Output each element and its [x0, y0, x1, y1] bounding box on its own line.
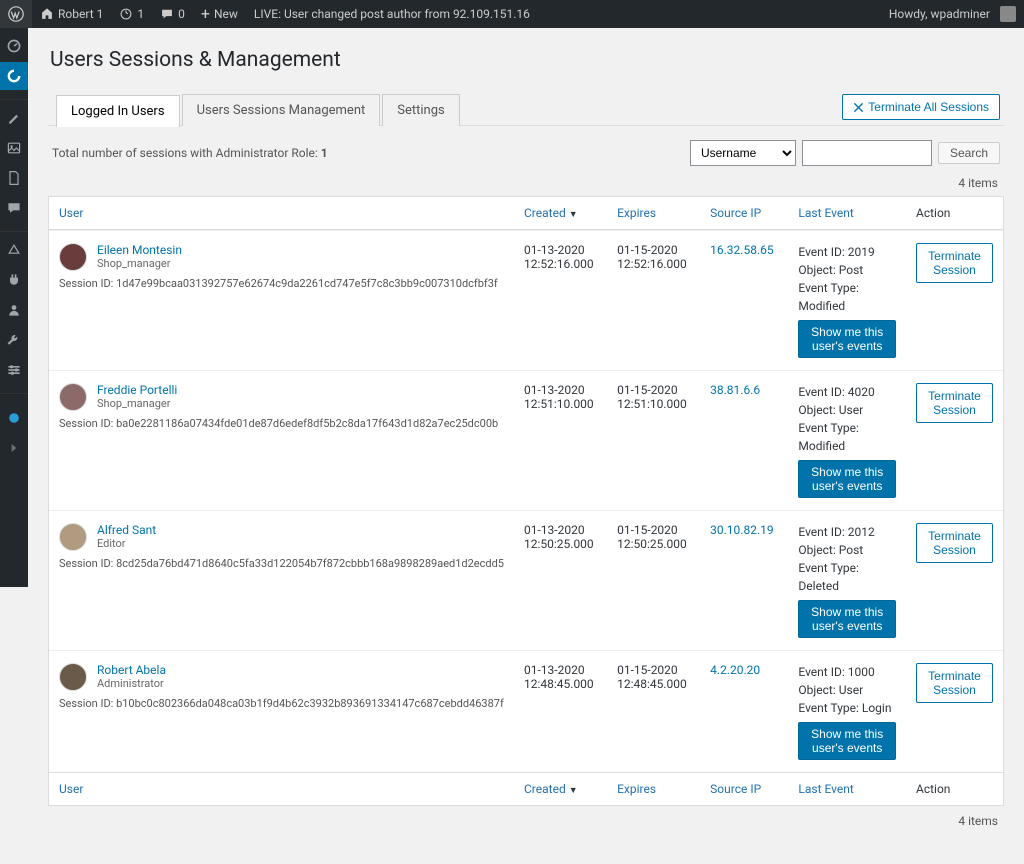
- avatar: [59, 663, 87, 691]
- th-last-event[interactable]: Last Event: [788, 197, 906, 230]
- show-events-button[interactable]: Show me this user's events: [798, 600, 896, 638]
- close-icon: [853, 102, 864, 113]
- menu-separator: [0, 388, 28, 394]
- avatar: [59, 523, 87, 551]
- event-info: Event ID: 1000 Object: User Event Type: …: [798, 663, 896, 717]
- wp-logo[interactable]: [0, 0, 32, 28]
- user-name-link[interactable]: Alfred Sant: [97, 523, 156, 537]
- created-cell: 01-13-202012:51:10.000: [514, 370, 607, 510]
- created-cell: 01-13-202012:52:16.000: [514, 230, 607, 370]
- source-ip-link[interactable]: 30.10.82.19: [710, 523, 773, 537]
- session-id: Session ID: ba0e2281186a07434fde01de87d6…: [59, 417, 504, 430]
- expires-cell: 01-15-202012:51:10.000: [607, 370, 700, 510]
- user-role: Shop_manager: [97, 397, 177, 410]
- terminate-session-button[interactable]: Terminate Session: [916, 383, 993, 423]
- summary-text: Total number of sessions with Administra…: [52, 146, 328, 160]
- terminate-session-button[interactable]: Terminate Session: [916, 243, 993, 283]
- tab-logged-in-users[interactable]: Logged In Users: [56, 95, 180, 127]
- menu-separator: [0, 94, 28, 100]
- my-account[interactable]: Howdy, wpadminer: [881, 0, 1024, 28]
- avatar: [59, 383, 87, 411]
- tf-created[interactable]: Created ▼: [514, 772, 607, 805]
- show-events-button[interactable]: Show me this user's events: [798, 722, 896, 760]
- avatar: [59, 243, 87, 271]
- terminate-all-button[interactable]: Terminate All Sessions: [842, 94, 1000, 120]
- user-role: Shop_manager: [97, 257, 182, 270]
- event-info: Event ID: 2012 Object: Post Event Type: …: [798, 523, 896, 595]
- table-row: Eileen Montesin Shop_manager Session ID:…: [49, 230, 1003, 370]
- terminate-session-button[interactable]: Terminate Session: [916, 663, 993, 703]
- th-created[interactable]: Created ▼: [514, 197, 607, 230]
- tab-settings[interactable]: Settings: [382, 94, 459, 126]
- tf-user[interactable]: User: [49, 772, 514, 805]
- admin-sidebar: [0, 28, 28, 587]
- expires-cell: 01-15-202012:50:25.000: [607, 510, 700, 650]
- table-row: Freddie Portelli Shop_manager Session ID…: [49, 370, 1003, 510]
- menu-pages[interactable]: [0, 164, 28, 192]
- new-content[interactable]: +New: [193, 0, 246, 28]
- collapse-menu[interactable]: [0, 434, 28, 462]
- session-id: Session ID: 8cd25da76bd471d8640c5fa33d12…: [59, 557, 504, 570]
- expires-cell: 01-15-202012:48:45.000: [607, 650, 700, 772]
- search-button[interactable]: Search: [938, 142, 1000, 164]
- show-events-button[interactable]: Show me this user's events: [798, 320, 896, 358]
- table-row: Robert Abela Administrator Session ID: b…: [49, 650, 1003, 772]
- terminate-session-button[interactable]: Terminate Session: [916, 523, 993, 563]
- content-area: Users Sessions & Management Logged In Us…: [28, 28, 1024, 864]
- tf-last-event[interactable]: Last Event: [788, 772, 906, 805]
- session-id: Session ID: 1d47e99bcaa031392757e62674c9…: [59, 277, 504, 290]
- th-expires[interactable]: Expires: [607, 197, 700, 230]
- avatar-icon: [1000, 6, 1016, 22]
- updates[interactable]: 1: [111, 0, 152, 28]
- expires-cell: 01-15-202012:52:16.000: [607, 230, 700, 370]
- tf-source[interactable]: Source IP: [700, 772, 788, 805]
- th-source[interactable]: Source IP: [700, 197, 788, 230]
- created-cell: 01-13-202012:48:45.000: [514, 650, 607, 772]
- source-ip-link[interactable]: 16.32.58.65: [710, 243, 773, 257]
- user-role: Administrator: [97, 677, 166, 690]
- table-row: Alfred Sant Editor Session ID: 8cd25da76…: [49, 510, 1003, 650]
- th-user[interactable]: User: [49, 197, 514, 230]
- tf-expires[interactable]: Expires: [607, 772, 700, 805]
- event-info: Event ID: 2019 Object: Post Event Type: …: [798, 243, 896, 315]
- menu-posts[interactable]: [0, 104, 28, 132]
- menu-settings[interactable]: [0, 356, 28, 384]
- event-info: Event ID: 4020 Object: User Event Type: …: [798, 383, 896, 455]
- menu-media[interactable]: [0, 134, 28, 162]
- menu-extra[interactable]: [0, 404, 28, 432]
- show-events-button[interactable]: Show me this user's events: [798, 460, 896, 498]
- menu-comments[interactable]: [0, 194, 28, 222]
- sort-desc-icon: ▼: [569, 786, 578, 796]
- items-count: 4 items: [48, 172, 1004, 196]
- menu-activity-log[interactable]: [0, 62, 28, 90]
- search-input[interactable]: [802, 140, 932, 166]
- menu-dashboard[interactable]: [0, 32, 28, 60]
- menu-users[interactable]: [0, 296, 28, 324]
- tab-sessions-management[interactable]: Users Sessions Management: [182, 94, 381, 126]
- session-id: Session ID: b10bc0c802366da048ca03b1f9d4…: [59, 697, 504, 710]
- page-title: Users Sessions & Management: [50, 48, 1004, 72]
- live-notice[interactable]: LIVE: User changed post author from 92.1…: [246, 0, 538, 28]
- th-action: Action: [906, 197, 1003, 230]
- menu-appearance[interactable]: [0, 236, 28, 264]
- site-name[interactable]: Robert 1: [32, 0, 111, 28]
- user-role: Editor: [97, 537, 156, 550]
- menu-separator: [0, 226, 28, 232]
- tab-bar: Logged In Users Users Sessions Managemen…: [48, 86, 460, 126]
- admin-toolbar: Robert 1 1 0 +New LIVE: User changed pos…: [0, 0, 1024, 28]
- user-name-link[interactable]: Freddie Portelli: [97, 383, 177, 397]
- sessions-table: User Created ▼ Expires Source IP Last Ev…: [48, 196, 1004, 806]
- source-ip-link[interactable]: 38.81.6.6: [710, 383, 760, 397]
- filter-select[interactable]: Username: [690, 140, 796, 166]
- comments[interactable]: 0: [152, 0, 193, 28]
- created-cell: 01-13-202012:50:25.000: [514, 510, 607, 650]
- user-name-link[interactable]: Eileen Montesin: [97, 243, 182, 257]
- menu-tools[interactable]: [0, 326, 28, 354]
- sort-desc-icon: ▼: [569, 210, 578, 220]
- user-name-link[interactable]: Robert Abela: [97, 663, 166, 677]
- items-count-bottom: 4 items: [48, 810, 1004, 834]
- menu-plugins[interactable]: [0, 266, 28, 294]
- source-ip-link[interactable]: 4.2.20.20: [710, 663, 760, 677]
- tf-action: Action: [906, 772, 1003, 805]
